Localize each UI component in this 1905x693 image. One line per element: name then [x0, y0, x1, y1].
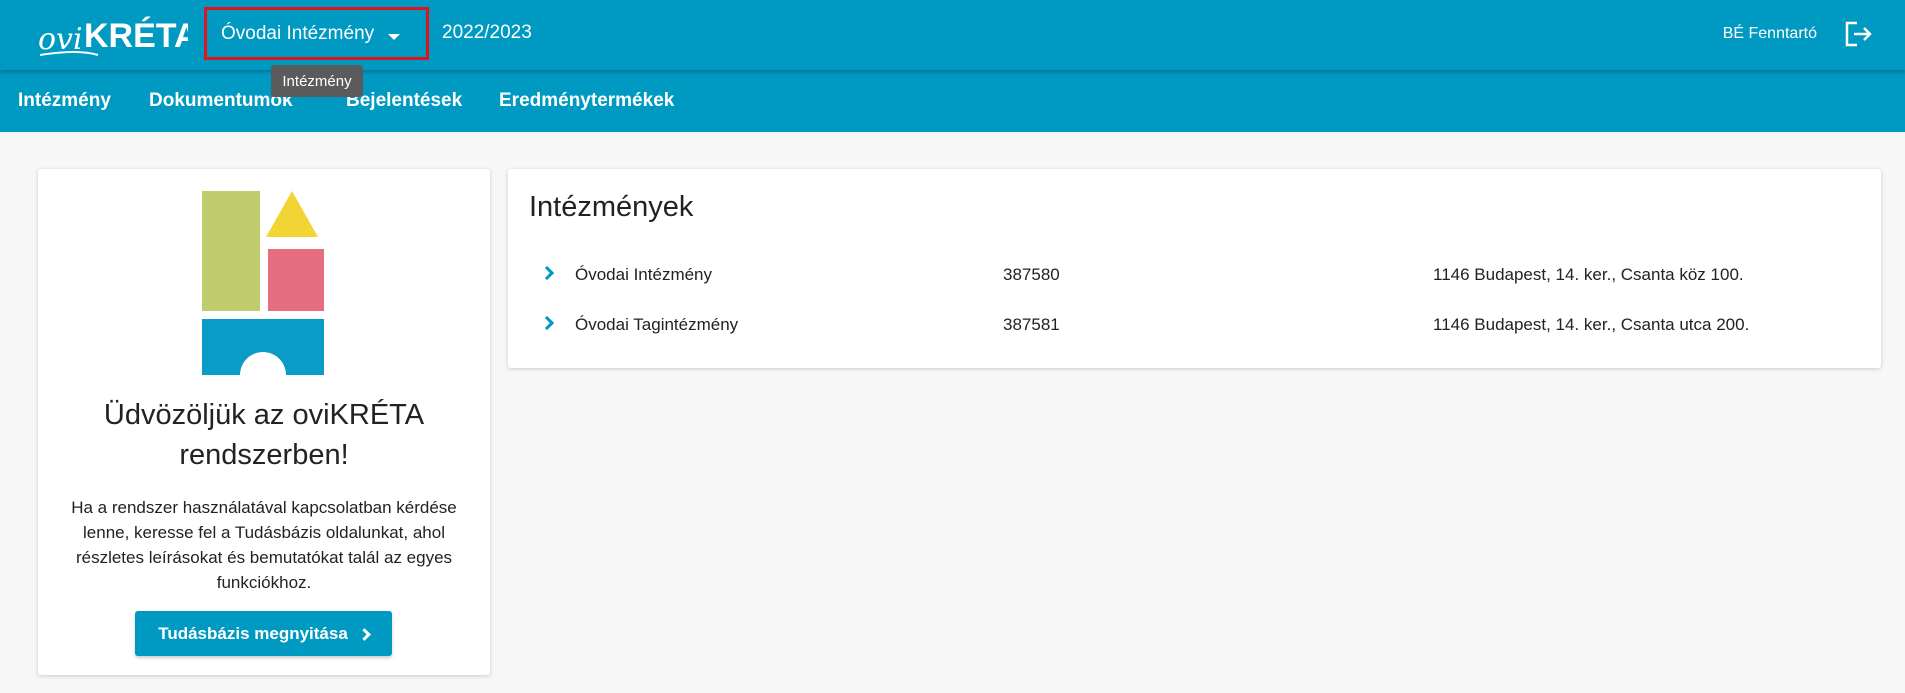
institution-row[interactable]: Óvodai Intézmény 387580 1146 Budapest, 1… — [508, 254, 1881, 294]
top-bar: ovi KRÉTA Óvodai Intézmény 2022/2023 BÉ … — [0, 0, 1905, 70]
institution-code: 387581 — [1003, 315, 1060, 334]
nav-item-intezmeny[interactable]: Intézmény — [18, 90, 111, 112]
institution-name: Óvodai Intézmény — [575, 265, 713, 284]
institution-address: 1146 Budapest, 14. ker., Csanta utca 200… — [1433, 315, 1750, 334]
caret-down-icon — [388, 34, 400, 40]
institutions-card: Intézmények Óvodai Intézmény 387580 1146… — [508, 169, 1881, 368]
institutions-title: Intézmények — [529, 191, 694, 223]
chevron-right-icon[interactable] — [539, 265, 555, 281]
open-knowledge-base-label: Tudásbázis megnyitása — [158, 623, 348, 643]
institution-row[interactable]: Óvodai Tagintézmény 387581 1146 Budapest… — [508, 304, 1881, 344]
school-year[interactable]: 2022/2023 — [442, 22, 532, 44]
nav-item-eredmenytermekek[interactable]: Eredménytermékek — [499, 90, 674, 112]
ovikreta-logo[interactable]: ovi KRÉTA — [38, 15, 188, 59]
institution-select-label: Óvodai Intézmény — [221, 22, 375, 44]
tooltip: Intézmény — [271, 65, 363, 97]
welcome-card: Üdvözöljük az oviKRÉTA rendszerben! Ha a… — [38, 169, 490, 675]
logout-icon[interactable] — [1843, 20, 1873, 48]
institution-address: 1146 Budapest, 14. ker., Csanta köz 100. — [1433, 265, 1744, 284]
institution-select[interactable]: Óvodai Intézmény — [204, 7, 429, 60]
welcome-text: Ha a rendszer használatával kapcsolatban… — [71, 498, 457, 592]
institution-code: 387580 — [1003, 265, 1060, 284]
building-blocks-illustration — [202, 191, 324, 375]
open-knowledge-base-button[interactable]: Tudásbázis megnyitása — [135, 611, 392, 656]
svg-text:KRÉTA: KRÉTA — [84, 17, 188, 55]
institution-name: Óvodai Tagintézmény — [575, 315, 739, 334]
chevron-right-icon[interactable] — [539, 315, 555, 331]
chevron-right-icon — [357, 627, 371, 641]
welcome-title: Üdvözöljük az oviKRÉTA rendszerben! — [103, 399, 425, 471]
user-name[interactable]: BÉ Fenntartó — [1723, 25, 1817, 43]
nav-item-bejelentesek[interactable]: Bejelentések — [346, 90, 462, 112]
